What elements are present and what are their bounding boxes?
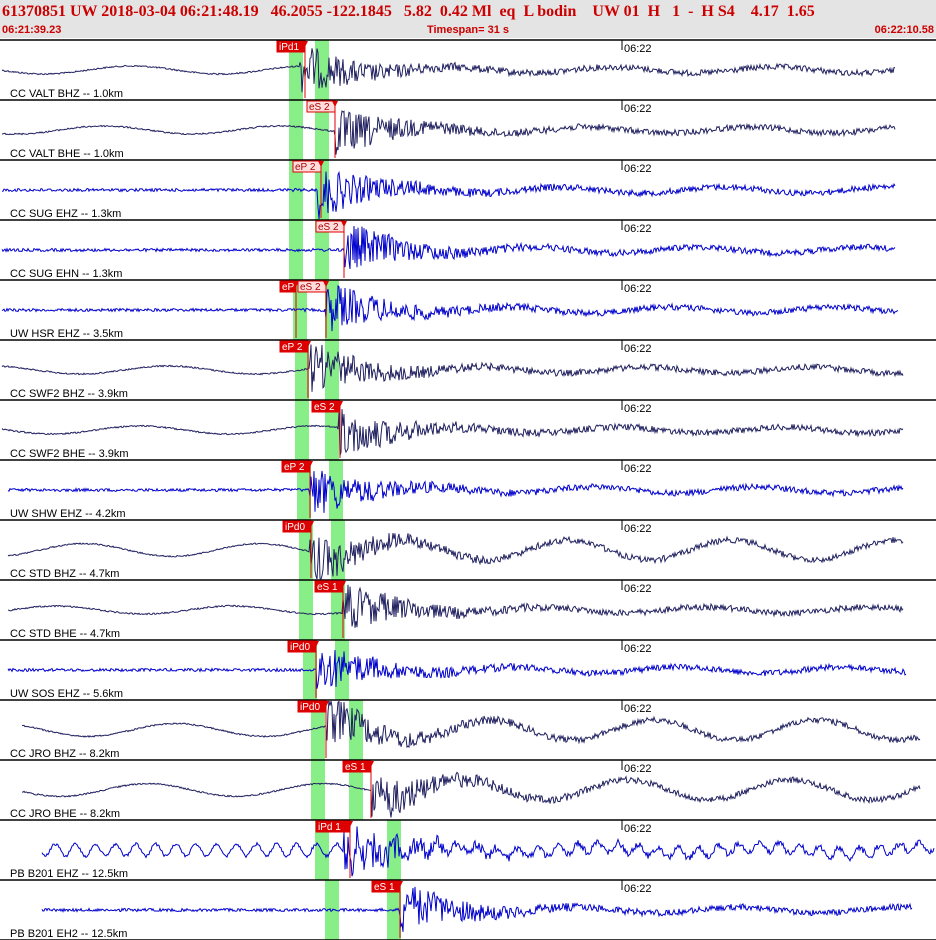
time-tick-label: 06:22 [624,283,652,295]
p-window-band [311,760,325,820]
timespan-label: Timespan= 31 s [426,24,510,36]
waveform-trace [7,470,904,513]
channel-label: CC SUG EHN -- 1.3km [10,268,122,280]
p-window-band [299,580,313,640]
end-time-label: 06:22:10.58 [874,24,934,36]
channel-label: CC SWF2 BHE -- 3.9km [10,448,129,460]
time-tick-label: 06:22 [624,343,652,355]
phase-pick-label: iPd 1 [318,822,341,833]
phase-pick-label: eS 2 [318,222,339,233]
time-tick-label: 06:22 [624,463,652,475]
phase-pick-label: iPd1 [279,42,299,53]
phase-pick-label: eS 2 [314,402,335,413]
phase-pick-label: eS 2 [309,102,330,113]
time-tick-label: 06:22 [624,223,652,235]
phase-pick-label: eP 2 [295,162,316,173]
waveform-trace [1,109,896,155]
channel-label: CC STD BHE -- 4.7km [10,628,120,640]
seismogram-panel: 06:22 CC VALT BHZ -- 1.0km iPd1 06:22 CC VAL… [0,39,936,940]
channel-label: PB B201 EH2 -- 12.5km [10,928,127,940]
phase-pick-label: iPd0 [290,642,310,653]
phase-pick-label: iPd0 [285,522,305,533]
time-tick-label: 06:22 [624,163,652,175]
phase-pick-label: eP [282,282,295,293]
time-tick-label: 06:22 [624,403,652,415]
phase-pick-label: eP 2 [284,462,305,473]
time-tick-label: 06:22 [624,883,652,895]
waveform-trace [22,771,921,818]
channel-label: CC VALT BHE -- 1.0km [10,148,124,160]
time-tick-label: 06:22 [624,643,652,655]
channel-label: CC SUG EHZ -- 1.3km [10,208,121,220]
channel-label: CC VALT BHZ -- 1.0km [10,88,123,100]
waveform-trace [1,48,896,93]
waveform-trace [7,584,904,628]
p-window-band [289,100,303,160]
phase-pick-label: eS 1 [345,762,366,773]
time-tick-label: 06:22 [624,823,652,835]
time-tick-label: 06:22 [624,763,652,775]
channel-label: CC JRO BHE -- 8.2km [10,808,120,820]
phase-pick-label: eS 2 [300,282,321,293]
time-tick-label: 06:22 [624,523,652,535]
phase-pick-label: iPd0 [300,702,320,713]
waveform-trace [1,409,904,456]
time-tick-label: 06:22 [624,103,652,115]
channel-label: PB B201 EHZ -- 12.5km [10,868,128,880]
time-tick-label: 06:22 [624,43,652,55]
event-header: 61370851 UW 2018-03-04 06:21:48.19 46.20… [0,0,936,38]
waveform-trace [1,344,904,392]
waveform-trace [21,700,921,748]
channel-label: UW HSR EHZ -- 3.5km [10,328,123,340]
channel-label: CC JRO BHZ -- 8.2km [10,748,119,760]
time-tick-label: 06:22 [624,583,652,595]
p-window-band [295,400,309,460]
phase-pick-label: eS 1 [374,882,395,893]
waveform-trace [7,649,907,689]
time-tick-label: 06:22 [624,703,652,715]
channel-label: CC SWF2 BHZ -- 3.9km [10,388,128,400]
waveform-trace [41,826,935,877]
event-summary-title: 61370851 UW 2018-03-04 06:21:48.19 46.20… [2,3,815,20]
phase-pick-label: eP 2 [282,342,303,353]
waveform-trace [1,225,896,270]
channel-label: UW SOS EHZ -- 5.6km [10,688,123,700]
channel-label: CC STD BHZ -- 4.7km [10,568,119,580]
waveform-trace [1,284,899,332]
waveform-trace [2,170,896,220]
phase-pick-label: eS 1 [317,582,338,593]
waveform-trace [7,533,904,580]
channel-label: UW SHW EHZ -- 4.2km [10,508,126,520]
traces [1,48,935,932]
waveform-trace [41,886,913,932]
